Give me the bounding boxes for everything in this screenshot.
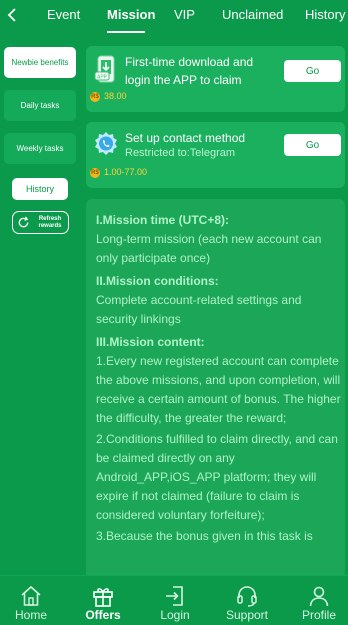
- nav-login-label: Login: [160, 608, 190, 622]
- tab-unclaimed[interactable]: Unclaimed: [222, 7, 283, 23]
- coin-icon: R$: [90, 92, 100, 102]
- sidebar-item-weekly-tasks[interactable]: Weekly tasks: [4, 133, 76, 164]
- gift-icon: [93, 588, 113, 607]
- sidebar-item-newbie-benefits[interactable]: Newbie benefits: [4, 47, 76, 78]
- mission-go-button[interactable]: Go: [284, 60, 341, 82]
- bottom-navigation: Home Offers Login Support Profile: [0, 575, 348, 625]
- rules-heading-conditions: II.Mission conditions:: [96, 274, 219, 288]
- mission-card: Set up contact method Restricted to:Tele…: [86, 122, 345, 188]
- phone-download-icon: APP: [94, 55, 115, 83]
- mission-reward: 1.00-77.00: [104, 167, 148, 177]
- refresh-rewards-label: Refresh rewards: [38, 215, 62, 229]
- sidebar: Newbie benefits Daily tasks Weekly tasks…: [0, 33, 80, 578]
- contact-phone-icon: [95, 132, 117, 155]
- coin-icon: R$: [90, 168, 100, 178]
- rules-heading-content: III.Mission content:: [96, 335, 205, 349]
- mission-rules-panel[interactable]: I.Mission time (UTC+8): Long-term missio…: [86, 199, 345, 579]
- tab-mission[interactable]: Mission: [107, 7, 155, 23]
- login-icon: [166, 586, 183, 606]
- rules-text-time: Long-term mission (each new account can …: [96, 232, 322, 265]
- rules-text-content-3: 3.Because the bonus given in this task i…: [96, 529, 313, 543]
- nav-home[interactable]: Home: [1, 576, 61, 625]
- active-tab-indicator: [107, 31, 145, 33]
- home-icon: [21, 585, 41, 606]
- nav-profile-label: Profile: [301, 608, 336, 622]
- nav-login[interactable]: Login: [145, 576, 205, 625]
- mission-go-button[interactable]: Go: [284, 134, 341, 156]
- refresh-icon: [18, 216, 29, 228]
- nav-offers-label: Offers: [85, 608, 121, 622]
- nav-offers[interactable]: Offers: [73, 576, 133, 625]
- rules-text-content-1: 1.Every new registered account can compl…: [96, 354, 341, 425]
- mission-title: First-time download and login the APP to…: [125, 55, 254, 87]
- rules-text-content-2: 2.Conditions fulfilled to claim directly…: [96, 432, 338, 522]
- tab-history[interactable]: History: [305, 7, 345, 23]
- mission-title: Set up contact method: [125, 131, 246, 145]
- nav-support-label: Support: [225, 608, 269, 622]
- tab-event[interactable]: Event: [47, 7, 80, 23]
- top-tab-bar: Event Mission VIP Unclaimed History: [0, 0, 348, 33]
- nav-support[interactable]: Support: [217, 576, 277, 625]
- headset-icon: [237, 586, 257, 607]
- nav-home-label: Home: [14, 608, 47, 622]
- mission-reward: 38.00: [104, 91, 127, 101]
- profile-icon: [309, 586, 329, 607]
- rules-heading-time: I.Mission time (UTC+8):: [96, 213, 230, 227]
- sidebar-item-daily-tasks[interactable]: Daily tasks: [4, 90, 76, 121]
- back-arrow-icon[interactable]: [2, 4, 22, 26]
- tab-vip[interactable]: VIP: [174, 7, 195, 23]
- refresh-rewards-button[interactable]: Refresh rewards: [12, 211, 69, 234]
- mission-restriction: Restricted to:Telegram: [125, 147, 236, 159]
- history-button[interactable]: History: [12, 178, 68, 200]
- svg-text:APP: APP: [97, 75, 108, 81]
- nav-profile[interactable]: Profile: [289, 576, 348, 625]
- rules-text-conditions: Complete account-related settings and se…: [96, 293, 302, 326]
- mission-card: APP First-time download and login the AP…: [86, 46, 345, 112]
